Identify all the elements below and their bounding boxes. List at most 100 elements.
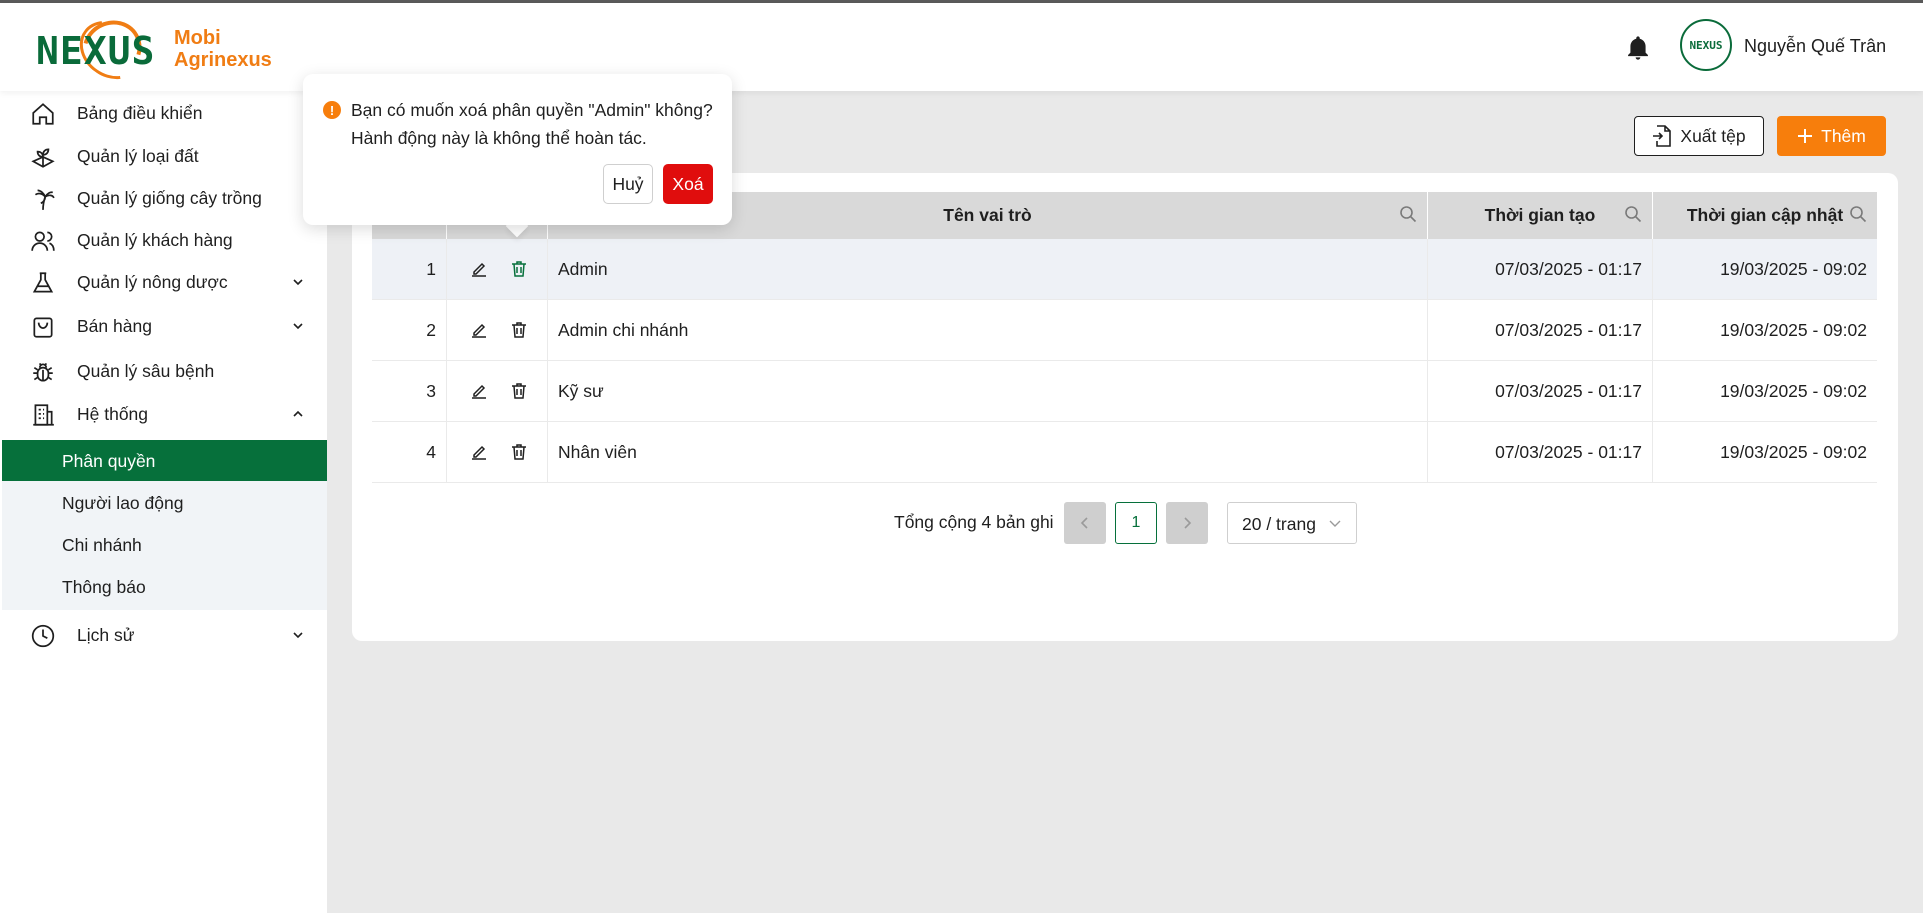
building-icon — [33, 404, 54, 426]
chevron-up-icon — [293, 410, 303, 417]
table-row[interactable]: 3 Kỹ sư 07/03/2025 - 01:17 19/03/2025 - … — [372, 361, 1877, 422]
row-name: Kỹ sư — [548, 361, 1428, 422]
sidebar-item-customers[interactable]: Quản lý khách hàng — [0, 220, 327, 260]
page-size-select[interactable]: 20 / trang — [1227, 502, 1357, 544]
sidebar-item-crops[interactable]: Quản lý giống cây trồng — [0, 178, 327, 218]
table-row[interactable]: 2 Admin chi nhánh 07/03/2025 - 01:17 19/… — [372, 300, 1877, 361]
edit-icon[interactable] — [469, 381, 489, 401]
add-button[interactable]: Thêm — [1777, 116, 1886, 156]
row-updated: 19/03/2025 - 09:02 — [1720, 320, 1867, 340]
edit-icon[interactable] — [469, 442, 489, 462]
chevron-left-icon — [1080, 517, 1088, 529]
sidebar-subitem-roles[interactable]: Phân quyền — [2, 440, 327, 481]
add-label: Thêm — [1821, 125, 1866, 146]
notification-bell-icon[interactable] — [1624, 33, 1652, 63]
edit-icon[interactable] — [469, 259, 489, 279]
row-actions — [447, 422, 548, 483]
chevron-down-icon — [293, 323, 303, 330]
delete-popconfirm: ! Bạn có muốn xoá phân quyền "Admin" khô… — [303, 74, 732, 225]
search-icon[interactable] — [1849, 205, 1867, 223]
search-icon[interactable] — [1399, 205, 1417, 223]
row-created: 07/03/2025 - 01:17 — [1428, 422, 1653, 483]
row-created: 07/03/2025 - 01:17 — [1428, 361, 1653, 422]
sidebar-item-dashboard[interactable]: Bảng điều khiển — [0, 93, 327, 133]
delete-icon[interactable] — [509, 259, 529, 279]
logo-mark: NEXUS — [34, 8, 164, 92]
brand-line-1: Mobi — [174, 27, 221, 49]
row-actions — [447, 239, 548, 300]
chevron-right-icon — [1184, 517, 1192, 529]
edit-icon[interactable] — [469, 320, 489, 340]
confirm-delete-button[interactable]: Xoá — [663, 164, 713, 204]
popconfirm-line-1: Bạn có muốn xoá phân quyền "Admin" không… — [351, 100, 713, 120]
row-created: 07/03/2025 - 01:17 — [1428, 300, 1653, 361]
subitem-label: Phân quyền — [62, 451, 156, 471]
sidebar-item-system[interactable]: Hệ thống — [0, 394, 327, 434]
next-page-button[interactable] — [1166, 502, 1208, 544]
row-updated: 19/03/2025 - 09:02 — [1720, 381, 1867, 401]
app-logo[interactable]: NEXUS Mobi Agrinexus — [34, 8, 274, 92]
brand-line-2: Agrinexus — [174, 49, 272, 71]
prev-page-button[interactable] — [1064, 502, 1106, 544]
chevron-down-icon — [1329, 520, 1341, 527]
page-size-value: 20 / trang — [1242, 514, 1316, 534]
delete-icon[interactable] — [509, 381, 529, 401]
plus-icon — [1798, 129, 1813, 143]
logo-text: NEXUS — [36, 29, 156, 73]
row-index: 4 — [372, 422, 447, 483]
flask-icon — [32, 272, 54, 293]
popconfirm-line-2: Hành động này là không thể hoàn tác. — [351, 128, 647, 148]
table-row[interactable]: 1 Admin 07/03/2025 - 01:17 19/03/2025 - … — [372, 239, 1877, 300]
sidebar-item-label: Quản lý giống cây trồng — [77, 188, 262, 208]
export-label: Xuất tệp — [1680, 125, 1746, 146]
pagination-total: Tổng cộng 4 bản ghi — [894, 512, 1054, 532]
sidebar-item-history[interactable]: Lịch sử — [0, 615, 327, 655]
sidebar-subitem-workers[interactable]: Người lao động — [2, 482, 327, 523]
shopping-bag-icon — [33, 317, 53, 338]
delete-icon[interactable] — [509, 320, 529, 340]
page-1-button[interactable]: 1 — [1115, 502, 1157, 544]
sidebar-item-label: Quản lý khách hàng — [77, 230, 233, 250]
row-actions — [447, 361, 548, 422]
home-icon — [32, 103, 54, 125]
col-name-title: Tên vai trò — [943, 205, 1032, 225]
row-created: 07/03/2025 - 01:17 — [1428, 239, 1653, 300]
sidebar-subitem-branches[interactable]: Chi nhánh — [2, 524, 327, 565]
sidebar-item-pests[interactable]: Quản lý sâu bệnh — [0, 351, 327, 391]
row-name: Nhân viên — [548, 422, 1428, 483]
chevron-down-icon — [293, 632, 303, 639]
palm-tree-icon — [34, 189, 55, 210]
delete-icon[interactable] — [509, 442, 529, 462]
row-updated: 19/03/2025 - 09:02 — [1720, 259, 1867, 279]
table-row[interactable]: 4 Nhân viên 07/03/2025 - 01:17 19/03/202… — [372, 422, 1877, 483]
sidebar-subitem-notifications[interactable]: Thông báo — [2, 566, 327, 607]
sidebar-item-label: Quản lý nông dược — [77, 272, 228, 292]
row-index: 1 — [372, 239, 447, 300]
soil-icon — [31, 148, 55, 168]
row-name: Admin — [548, 239, 1428, 300]
sidebar: Bảng điều khiển Quản lý loại đất Quản lý… — [0, 91, 327, 913]
col-created-title: Thời gian tạo — [1484, 205, 1596, 225]
cancel-button[interactable]: Huỷ — [603, 164, 653, 204]
chevron-down-icon — [293, 279, 303, 286]
row-actions — [447, 300, 548, 361]
sidebar-item-label: Bán hàng — [77, 316, 152, 336]
sidebar-item-label: Lịch sử — [77, 625, 135, 645]
sidebar-item-pesticides[interactable]: Quản lý nông dược — [0, 262, 327, 302]
avatar-logo: NEXUS — [1689, 38, 1723, 52]
search-icon[interactable] — [1624, 205, 1642, 223]
system-submenu: Phân quyền Người lao động Chi nhánh Thôn… — [2, 440, 327, 610]
subitem-label: Người lao động — [62, 493, 184, 513]
col-created-header: Thời gian tạo — [1428, 192, 1653, 239]
subitem-label: Thông báo — [62, 577, 146, 597]
sidebar-item-sales[interactable]: Bán hàng — [0, 306, 327, 346]
subitem-label: Chi nhánh — [62, 535, 142, 555]
sidebar-item-soil[interactable]: Quản lý loại đất — [0, 136, 327, 176]
export-button[interactable]: Xuất tệp — [1634, 116, 1764, 156]
user-name[interactable]: Nguyễn Quế Trân — [1744, 36, 1886, 57]
users-icon — [31, 231, 55, 251]
popconfirm-message: Bạn có muốn xoá phân quyền "Admin" không… — [351, 96, 713, 152]
row-index: 2 — [372, 300, 447, 361]
avatar[interactable]: NEXUS — [1680, 19, 1732, 71]
sidebar-item-label: Quản lý sâu bệnh — [77, 361, 215, 381]
